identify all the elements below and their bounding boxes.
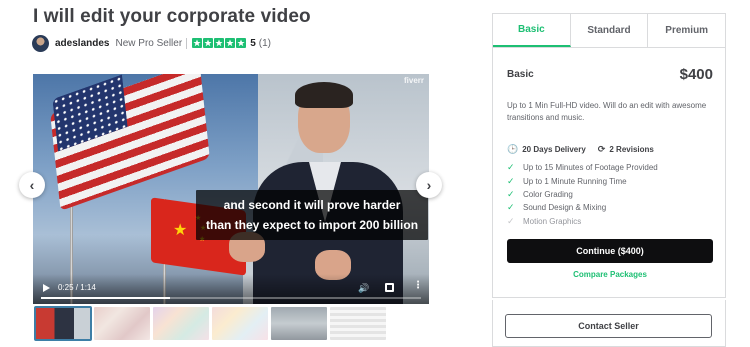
chevron-left-icon: ‹ [29, 177, 35, 193]
star-icon [192, 38, 203, 48]
chevron-right-icon: › [426, 177, 432, 193]
feature-item: ✓ Up to 15 Minutes of Footage Provided [507, 161, 658, 174]
gallery-thumbnail[interactable] [330, 307, 386, 340]
star-icon [214, 38, 225, 48]
more-options-icon[interactable]: ⋮ [413, 281, 423, 291]
packages-panel: Basic Standard Premium Basic $400 Up to … [492, 13, 726, 298]
compare-packages-link[interactable]: Compare Packages [493, 270, 727, 279]
check-icon: ✓ [507, 215, 515, 226]
video-controls: 0:25 / 1:14 🔊 ⋮ [33, 274, 429, 304]
feature-item: ✓ Motion Graphics [507, 215, 658, 228]
seller-avatar[interactable] [32, 34, 49, 52]
star-icon [236, 38, 247, 48]
video-time: 0:25 / 1:14 [58, 283, 96, 292]
video-subtitles: and second it will prove harder than the… [196, 190, 429, 240]
feature-item: ✓ Color Grading [507, 188, 658, 201]
check-icon: ✓ [507, 162, 515, 173]
flag-star-icon: ★ [173, 222, 188, 239]
feature-label: Sound Design & Mixing [523, 203, 607, 213]
check-icon: ✓ [507, 188, 515, 199]
contact-seller-button[interactable]: Contact Seller [505, 314, 712, 338]
gallery-next-button[interactable]: › [416, 172, 442, 198]
check-icon: ✓ [507, 175, 515, 186]
divider [186, 37, 188, 49]
fiverr-watermark: fiverr [403, 76, 424, 85]
delivery-time: 🕒 20 Days Delivery [507, 144, 586, 155]
star-icon [225, 38, 236, 48]
package-tabs: Basic Standard Premium [493, 14, 725, 48]
check-icon: ✓ [507, 202, 515, 213]
continue-button[interactable]: Continue ($400) [507, 239, 713, 263]
rating-stars [192, 38, 247, 48]
tab-basic[interactable]: Basic [493, 14, 571, 47]
gig-title: I will edit your corporate video [33, 6, 311, 27]
package-meta: 🕒 20 Days Delivery ⟳ 2 Revisions [507, 144, 666, 155]
gallery-thumbnail[interactable] [153, 307, 209, 340]
subtitle-line: and second it will prove harder [223, 198, 401, 212]
feature-label: Up to 1 Minute Running Time [523, 176, 627, 186]
revisions: ⟳ 2 Revisions [598, 144, 654, 155]
gallery-prev-button[interactable]: ‹ [19, 172, 45, 198]
subtitle-line: than they expect to import 200 billion [206, 218, 419, 232]
feature-item: ✓ Sound Design & Mixing [507, 201, 658, 214]
feature-label: Motion Graphics [523, 216, 582, 226]
fullscreen-icon[interactable] [385, 283, 394, 292]
gallery-thumbnail[interactable] [34, 306, 92, 341]
seller-name[interactable]: adeslandes [55, 38, 109, 49]
tab-standard[interactable]: Standard [571, 14, 649, 47]
package-features: ✓ Up to 15 Minutes of Footage Provided ✓ U… [507, 161, 658, 228]
package-description: Up to 1 Min Full-HD video. Will do an ed… [507, 101, 707, 122]
feature-label: Up to 15 Minutes of Footage Provided [523, 163, 658, 173]
package-name: Basic [507, 69, 534, 80]
presenter-hair [295, 82, 353, 108]
package-price: $400 [679, 66, 713, 83]
seller-level-badge: New Pro Seller [115, 37, 183, 49]
play-icon[interactable] [43, 284, 50, 292]
gallery-thumbnails [34, 306, 389, 341]
gallery-thumbnail[interactable] [271, 307, 327, 340]
clock-icon: 🕒 [507, 144, 519, 154]
package-header: Basic $400 [507, 66, 713, 83]
gallery-thumbnail[interactable] [212, 307, 268, 340]
refresh-icon: ⟳ [597, 144, 606, 154]
gallery-thumbnail[interactable] [94, 307, 150, 340]
feature-item: ✓ Up to 1 Minute Running Time [507, 174, 658, 187]
video-progress-fill [41, 297, 171, 299]
rating-value: 5 [250, 37, 256, 49]
gig-video-player[interactable]: ★ ★ ★ ★ fiverr and second it will prove … [33, 74, 429, 304]
star-icon [203, 38, 214, 48]
volume-icon[interactable]: 🔊 [358, 283, 369, 294]
feature-label: Color Grading [523, 189, 573, 199]
revisions-label: 2 Revisions [609, 145, 654, 154]
tab-premium[interactable]: Premium [648, 14, 725, 47]
rating-count[interactable]: (1) [259, 38, 271, 49]
video-progress-bar[interactable] [41, 297, 421, 299]
seller-overview: adeslandes New Pro Seller 5 (1) [32, 34, 271, 52]
delivery-label: 20 Days Delivery [522, 145, 586, 154]
